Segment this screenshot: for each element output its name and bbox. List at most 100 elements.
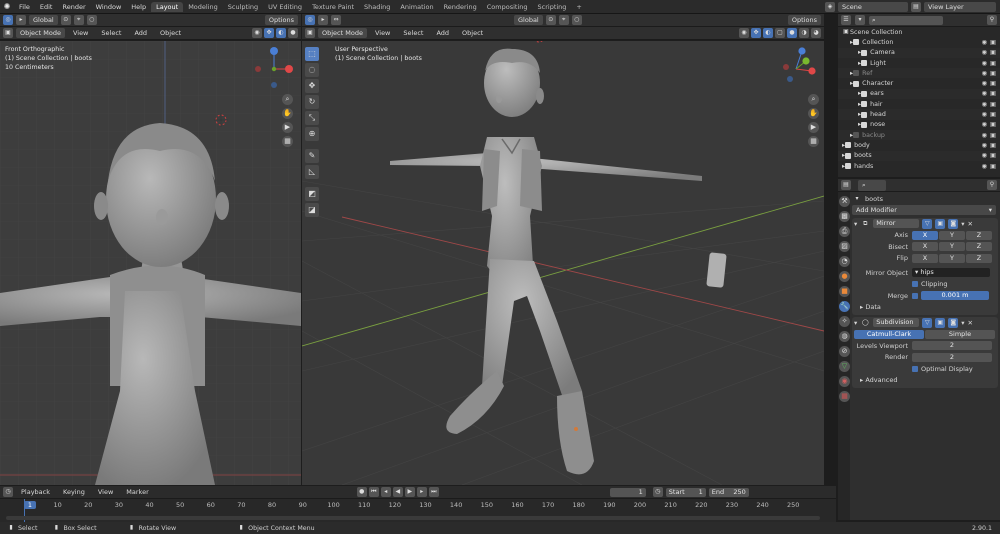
main-nav-gizmo[interactable] <box>776 45 820 89</box>
visibility-eye-icon[interactable]: ◉ <box>982 111 988 118</box>
subdivision-remove-icon[interactable]: ✕ <box>968 319 973 327</box>
menu-window[interactable]: Window <box>91 3 127 11</box>
outliner-row[interactable]: ▸ nose ◉ ▣ <box>838 120 1000 130</box>
outliner-filter-icon[interactable]: ▾ <box>855 15 865 25</box>
visibility-eye-icon[interactable]: ◉ <box>982 152 988 159</box>
tab-animation[interactable]: Animation <box>395 2 438 12</box>
subd-edit-mode-toggle-icon[interactable]: ▽ <box>922 317 933 328</box>
edit-mode-toggle-icon[interactable]: ▽ <box>922 218 933 229</box>
render-camera-icon[interactable]: ▣ <box>990 39 996 46</box>
main-options[interactable]: Options <box>787 15 821 25</box>
menu-render[interactable]: Render <box>57 3 90 11</box>
left-viewport[interactable]: Front Orthographic (1) Scene Collection … <box>0 41 301 485</box>
viewport-toggle-icon[interactable]: ▣ <box>935 218 946 229</box>
view-layer-props-icon[interactable]: ▨ <box>839 241 850 252</box>
main-mode-selector[interactable]: Object Mode <box>318 28 367 38</box>
main-mode-icon[interactable]: ▣ <box>305 28 315 38</box>
tool-add-cube-icon[interactable]: ◪ <box>305 203 319 217</box>
outliner-funnel-icon[interactable]: ⚲ <box>987 15 997 25</box>
main-editor-type-icon[interactable]: ◎ <box>305 15 315 25</box>
merge-checkbox[interactable] <box>912 292 918 299</box>
snap-icon[interactable]: ⌖ <box>73 15 84 25</box>
flip-z-toggle[interactable]: Z <box>966 253 992 263</box>
object-props-icon[interactable]: ■ <box>839 286 850 297</box>
camera-view-icon[interactable]: ▶ <box>282 122 293 133</box>
next-key-icon[interactable]: ▸ <box>416 487 427 497</box>
collection-checkbox[interactable] <box>861 49 868 56</box>
gizmo-icon[interactable]: ✥ <box>264 28 274 38</box>
proportional-icon[interactable]: ○ <box>86 15 97 25</box>
subdivision-dropdown-icon[interactable]: ▾ <box>961 319 964 327</box>
collection-checkbox[interactable] <box>845 152 852 159</box>
outliner-row[interactable]: ▸ body ◉ ▣ <box>838 140 1000 150</box>
scene-props-icon[interactable]: ◔ <box>839 256 850 267</box>
outliner-row[interactable]: ▸ Light ◉ ▣ <box>838 58 1000 68</box>
render-camera-icon[interactable]: ▣ <box>990 163 996 170</box>
left-menu-view[interactable]: View <box>68 29 93 37</box>
texture-props-icon[interactable]: ▦ <box>839 391 850 402</box>
render-camera-icon[interactable]: ▣ <box>990 111 996 118</box>
current-frame-field[interactable]: 1 <box>609 487 646 497</box>
menu-help[interactable]: Help <box>126 3 151 11</box>
data-subpanel[interactable]: ▸ Data <box>852 302 998 314</box>
main-gizmo-icon[interactable]: ✥ <box>751 28 761 38</box>
outliner-row[interactable]: ▸ ears ◉ ▣ <box>838 88 1000 100</box>
collection-checkbox[interactable] <box>853 39 860 46</box>
timeline-editor-icon[interactable]: ◷ <box>3 487 13 497</box>
tool-cursor-icon[interactable]: ◌ <box>305 63 319 77</box>
main-move-icon[interactable]: ⇔ <box>331 15 341 25</box>
visibility-eye-icon[interactable]: ◉ <box>982 60 988 67</box>
mode-icon[interactable]: ▣ <box>3 28 13 38</box>
main-overlay-icon[interactable]: ◐ <box>763 28 773 38</box>
outliner-row[interactable]: ▸ Camera ◉ ▣ <box>838 47 1000 58</box>
left-menu-select[interactable]: Select <box>96 29 126 37</box>
levels-viewport-field[interactable]: 2 <box>912 341 992 351</box>
axis-x-toggle[interactable]: X <box>912 230 938 240</box>
tool-scale-icon[interactable]: ⤡ <box>305 111 319 125</box>
bisect-z-toggle[interactable]: Z <box>966 242 992 252</box>
main-shading-render-icon[interactable]: ◕ <box>811 28 821 38</box>
data-props-icon[interactable]: ▽ <box>839 361 850 372</box>
timeline-menu-playback[interactable]: Playback <box>16 488 55 496</box>
jump-start-icon[interactable]: ⏮ <box>368 487 379 497</box>
advanced-subpanel[interactable]: ▸ Advanced <box>852 375 998 387</box>
subdivision-name-field[interactable]: Subdivision <box>873 318 920 328</box>
render-camera-icon[interactable]: ▣ <box>990 132 996 139</box>
collection-checkbox[interactable] <box>845 163 852 169</box>
catmull-clark-toggle[interactable]: Catmull-Clark <box>854 329 924 339</box>
tool-annotate-icon[interactable]: ✎ <box>305 149 319 163</box>
visibility-eye-icon[interactable]: ◉ <box>982 70 988 77</box>
pin-icon[interactable]: ⚲ <box>987 180 997 190</box>
mirror-object-field[interactable]: ▾ hips <box>912 268 990 278</box>
left-mode-selector[interactable]: Object Mode <box>16 28 65 38</box>
visibility-icon[interactable]: ◉ <box>252 28 262 38</box>
flip-y-toggle[interactable]: Y <box>939 253 965 263</box>
collection-checkbox[interactable] <box>861 101 868 108</box>
render-camera-icon[interactable]: ▣ <box>990 152 996 159</box>
tool-select-icon[interactable]: ⬚ <box>305 47 319 61</box>
collection-checkbox[interactable] <box>861 90 868 97</box>
main-proportional-icon[interactable]: ○ <box>571 15 582 25</box>
output-props-icon[interactable]: ⎙ <box>839 226 850 237</box>
tool-move-icon[interactable]: ✥ <box>305 79 319 93</box>
tab-scripting[interactable]: Scripting <box>533 2 572 12</box>
outliner-editor-icon[interactable]: ☰ <box>841 15 851 25</box>
grid-toggle-icon[interactable]: ▦ <box>282 136 293 147</box>
properties-editor-icon[interactable]: ▤ <box>841 180 851 190</box>
tool-add-icon[interactable]: ◩ <box>305 187 319 201</box>
tab-compositing[interactable]: Compositing <box>482 2 533 12</box>
shading-solid-icon[interactable]: ● <box>288 28 298 38</box>
tool-props-icon[interactable]: ⚒ <box>839 196 850 207</box>
tab-layout[interactable]: Layout <box>151 1 184 12</box>
collapse-subdivision-icon[interactable]: ▾ <box>854 319 857 327</box>
timeline-scrollbar[interactable] <box>6 516 820 520</box>
collapse-mirror-icon[interactable]: ▾ <box>854 220 857 228</box>
tool-measure-icon[interactable]: ◺ <box>305 165 319 179</box>
visibility-eye-icon[interactable]: ◉ <box>982 80 988 87</box>
scene-icon[interactable]: ◈ <box>825 1 835 12</box>
visibility-eye-icon[interactable]: ◉ <box>982 101 988 108</box>
view-layer-selector[interactable]: View Layer <box>924 1 996 12</box>
mirror-remove-icon[interactable]: ✕ <box>968 220 973 228</box>
render-camera-icon[interactable]: ▣ <box>990 49 996 56</box>
timeline-ruler[interactable]: 1 10 20 30 40 50 60 70 80 90 100 110 120 130 140 150 160… <box>0 499 836 511</box>
